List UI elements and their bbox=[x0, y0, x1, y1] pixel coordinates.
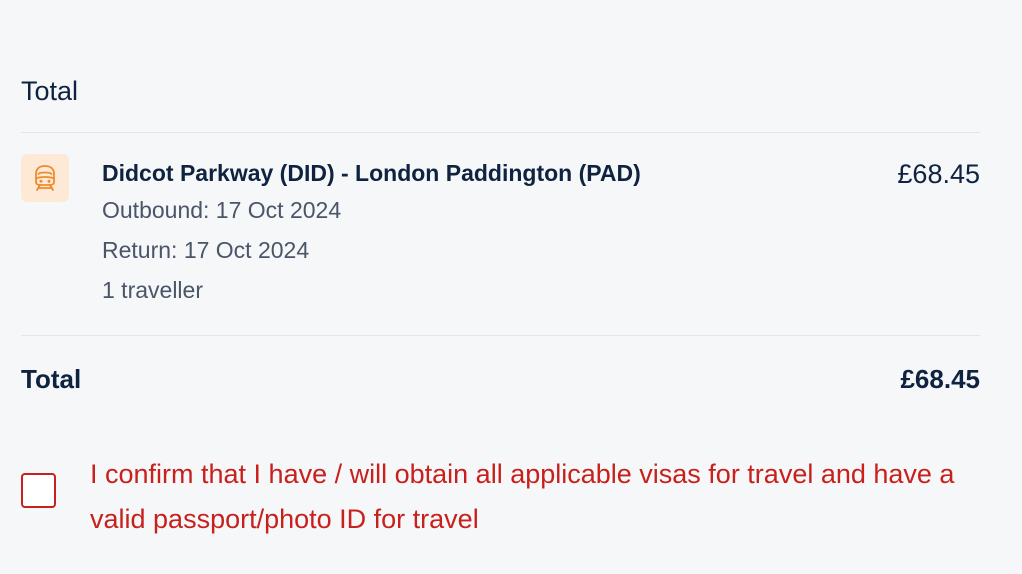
visa-confirm-label[interactable]: I confirm that I have / will obtain all … bbox=[90, 452, 980, 542]
section-title: Total bbox=[21, 76, 79, 106]
divider bbox=[21, 335, 980, 336]
journey-route: Didcot Parkway (DID) - London Paddington… bbox=[102, 160, 641, 186]
visa-confirm-checkbox[interactable] bbox=[21, 473, 56, 508]
train-icon bbox=[21, 154, 69, 202]
total-amount: £68.45 bbox=[900, 364, 980, 394]
outbound-date: Outbound: 17 Oct 2024 bbox=[102, 197, 342, 223]
return-date: Return: 17 Oct 2024 bbox=[102, 237, 310, 263]
traveller-count: 1 traveller bbox=[102, 277, 203, 303]
total-label: Total bbox=[21, 364, 82, 394]
journey-price: £68.45 bbox=[897, 159, 980, 189]
journey-details: Didcot Parkway (DID) - London Paddington… bbox=[102, 157, 641, 310]
divider bbox=[21, 132, 980, 133]
